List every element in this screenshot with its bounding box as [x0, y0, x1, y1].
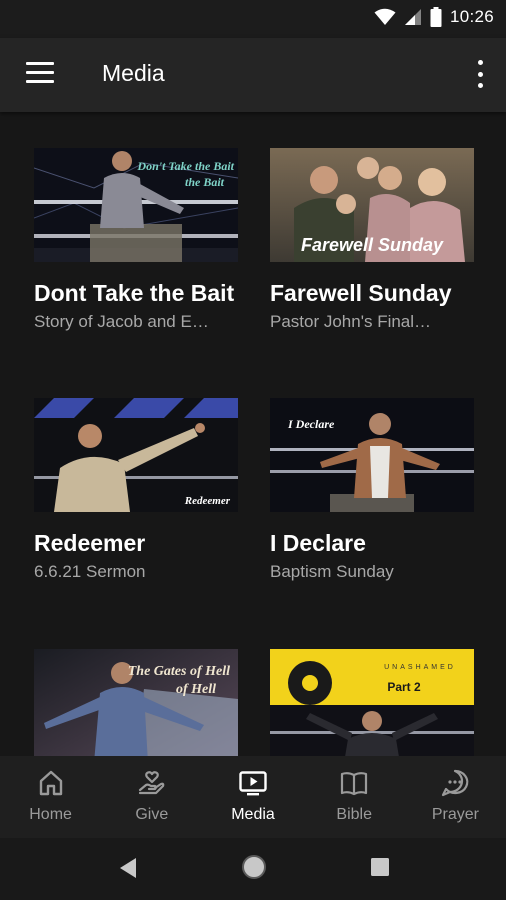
media-thumbnail: Don't Take the Bait the Bait [34, 148, 238, 262]
media-subtitle: Baptism Sunday [270, 562, 394, 581]
thumbnail-overlay-text: The Gates of Hell [128, 664, 230, 679]
thumbnail-overlay-text: Farewell Sunday [301, 235, 444, 255]
thumbnail-overlay-text: Part 2 [387, 680, 421, 694]
more-options-icon[interactable] [476, 60, 484, 88]
media-thumbnail: The Gates of Hell of Hell [34, 649, 238, 756]
signal-icon [404, 9, 421, 25]
nav-label: Home [29, 806, 72, 823]
svg-text:UNASHAMED: UNASHAMED [384, 664, 456, 671]
nav-label: Media [231, 806, 275, 823]
media-card[interactable]: I Declare I Declare Baptism Sunday [270, 398, 474, 582]
media-subtitle: 6.6.21 Sermon [34, 562, 146, 581]
media-title: Farewell Sunday [270, 280, 452, 306]
media-card[interactable]: The Gates of Hell of Hell [34, 649, 238, 756]
nav-item-media[interactable]: Media [202, 756, 303, 838]
thumbnail-overlay-text: Redeemer [184, 495, 231, 507]
give-icon [138, 771, 165, 795]
media-card[interactable]: Farewell Sunday Farewell Sunday Pastor J… [270, 148, 474, 332]
home-icon [39, 770, 62, 796]
nav-item-home[interactable]: Home [0, 756, 101, 838]
menu-icon[interactable] [26, 62, 54, 86]
nav-item-give[interactable]: Give [101, 756, 202, 838]
media-icon [239, 771, 267, 796]
svg-text:of Hell: of Hell [176, 682, 216, 697]
battery-icon [430, 7, 442, 27]
media-title: Redeemer [34, 530, 146, 556]
bible-icon [341, 772, 368, 796]
back-icon[interactable] [118, 856, 138, 880]
svg-text:the Bait: the Bait [185, 175, 225, 189]
bottom-navigation: Home Give Media Bible Prayer [0, 756, 506, 838]
prayer-icon [442, 769, 469, 797]
media-title: Dont Take the Bait [34, 280, 235, 306]
recents-icon[interactable] [371, 858, 389, 876]
nav-item-bible[interactable]: Bible [304, 756, 405, 838]
media-grid: Don't Take the Bait the Bait Dont Take t… [0, 112, 506, 756]
nav-label: Bible [336, 806, 372, 823]
page-title: Media [102, 60, 165, 86]
media-card[interactable]: Don't Take the Bait the Bait Dont Take t… [34, 148, 238, 332]
media-card[interactable]: UNASHAMED Part 2 [270, 649, 474, 756]
media-thumbnail: I Declare [270, 398, 474, 512]
wifi-icon [374, 8, 396, 25]
thumbnail-overlay-text: Don't Take the Bait [136, 159, 234, 173]
app-bar: Media [0, 38, 506, 112]
nav-label: Give [135, 806, 169, 823]
nav-label: Prayer [431, 806, 479, 823]
thumbnail-overlay-text: I Declare [287, 417, 335, 431]
media-thumbnail: UNASHAMED Part 2 [270, 649, 474, 756]
media-thumbnail: Farewell Sunday [270, 148, 474, 262]
media-thumbnail: Redeemer [34, 398, 238, 512]
home-circle-icon[interactable] [240, 853, 268, 881]
status-time: 10:26 [449, 7, 494, 26]
media-subtitle: Pastor John's Final… [270, 312, 432, 331]
media-card[interactable]: Redeemer Redeemer 6.6.21 Sermon [34, 398, 238, 582]
media-subtitle: Story of Jacob and E… [34, 312, 209, 331]
media-title: I Declare [270, 530, 366, 556]
status-bar: 10:26 [0, 0, 506, 38]
system-navigation-bar [0, 838, 506, 900]
nav-item-prayer[interactable]: Prayer [405, 756, 506, 838]
